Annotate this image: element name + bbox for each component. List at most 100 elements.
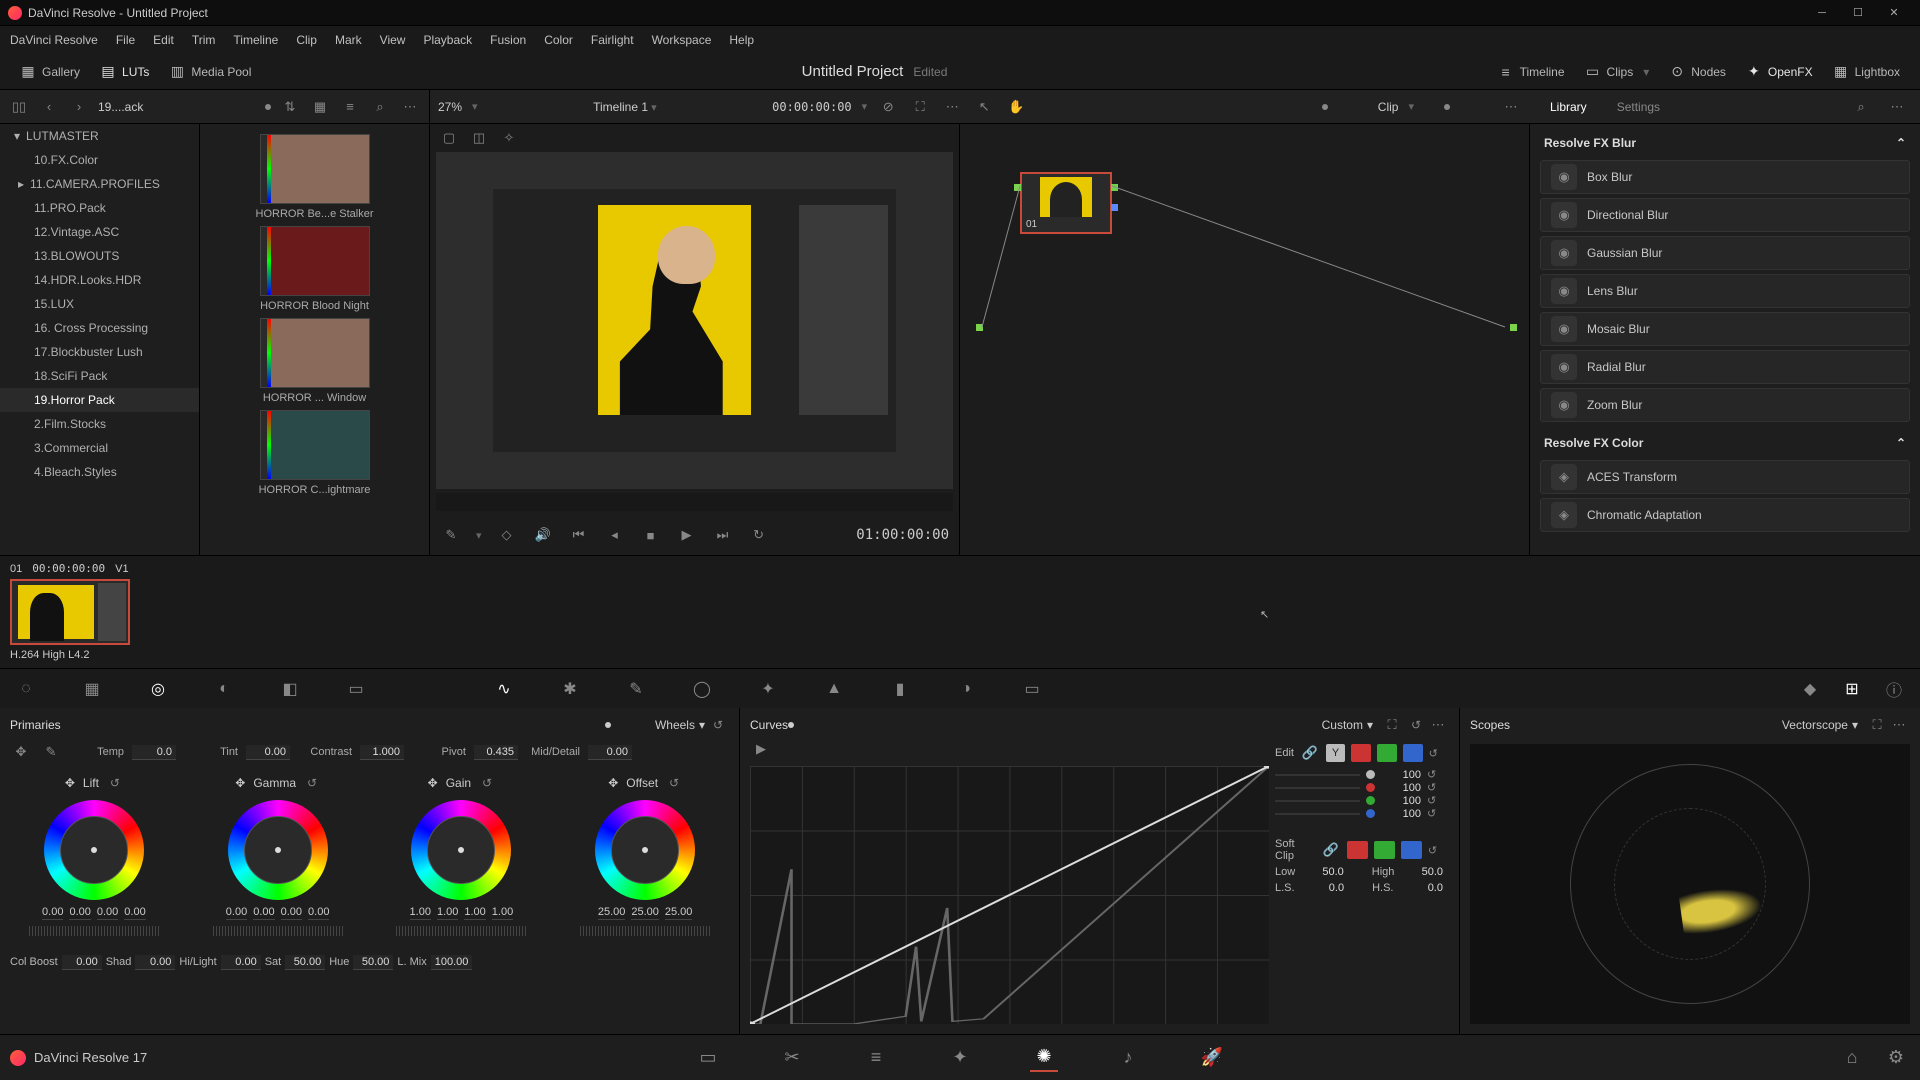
media-page-button[interactable]: ▭ (694, 1044, 722, 1072)
mediapool-button[interactable]: ▥Media Pool (159, 60, 261, 84)
prev-clip-button[interactable]: ⏮ (568, 524, 590, 546)
wheel-value[interactable]: 25.00 (665, 906, 693, 920)
lut-folder-lutmaster[interactable]: ▾ LUTMASTER (0, 124, 199, 148)
menu-fairlight[interactable]: Fairlight (591, 33, 634, 47)
graph-output-handle[interactable] (1510, 324, 1517, 331)
home-button[interactable]: ⌂ (1838, 1044, 1866, 1072)
wheel-adjust-icon[interactable]: ✥ (608, 776, 618, 790)
wheel-reset-icon[interactable]: ↺ (107, 776, 123, 790)
lut-folder-10-fx-color[interactable]: 10.FX.Color (0, 148, 199, 172)
menu-help[interactable]: Help (729, 33, 754, 47)
lut-folder-3-commercial[interactable]: 3.Commercial (0, 436, 199, 460)
clip-selector[interactable]: Clip (1378, 100, 1399, 114)
wheel-value[interactable]: 0.00 (253, 906, 274, 920)
fx-search-button[interactable]: ⌕ (1850, 96, 1872, 118)
channel-reset-icon[interactable]: ↺ (1427, 768, 1443, 781)
menu-file[interactable]: File (116, 33, 135, 47)
pivot-value[interactable]: 0.435 (474, 745, 518, 760)
fx-color-section[interactable]: Resolve FX Color⌃ (1540, 430, 1910, 456)
menu-timeline[interactable]: Timeline (233, 33, 278, 47)
edit-r-chip[interactable] (1351, 744, 1371, 762)
sizing-tool[interactable]: ▭ (1020, 677, 1044, 701)
fx-blur-section[interactable]: Resolve FX Blur⌃ (1540, 130, 1910, 156)
color-warper-tool[interactable]: ✱ (558, 677, 582, 701)
lut-folder-15-lux[interactable]: 15.LUX (0, 292, 199, 316)
channel-value[interactable]: 100 (1381, 782, 1421, 794)
sc-g-chip[interactable] (1374, 841, 1395, 859)
lut-folder-12-vintage-asc[interactable]: 12.Vintage.ASC (0, 220, 199, 244)
deliver-page-button[interactable]: 🚀 (1198, 1044, 1226, 1072)
split-wipe-button[interactable]: ◫ (468, 127, 490, 149)
scopes-mode-selector[interactable]: Vectorscope ▾ (1782, 718, 1858, 732)
wheel-value[interactable]: 1.00 (437, 906, 458, 920)
search-button[interactable]: ⌕ (369, 96, 391, 118)
wheel-value[interactable]: 25.00 (631, 906, 659, 920)
curves-reset-icon[interactable]: ↺ (1411, 718, 1427, 732)
ls-value[interactable]: 0.0 (1304, 882, 1344, 894)
list-view-button[interactable]: ≡ (339, 96, 361, 118)
awb-button[interactable]: ✎ (40, 741, 62, 763)
window-tool[interactable]: ◯ (690, 677, 714, 701)
wheel-value[interactable]: 0.00 (226, 906, 247, 920)
settings-tab[interactable]: Settings (1609, 96, 1668, 118)
edit-b-chip[interactable] (1403, 744, 1423, 762)
grid-view-button[interactable]: ▦ (309, 96, 331, 118)
lut-folder-14-hdr-looks-hdr[interactable]: 14.HDR.Looks.HDR (0, 268, 199, 292)
breadcrumb[interactable]: 19....ack (98, 100, 143, 114)
curves-options-button[interactable]: ⋯ (1427, 714, 1449, 736)
lut-folder-2-film-stocks[interactable]: 2.Film.Stocks (0, 412, 199, 436)
wheel-value[interactable]: 0.00 (308, 906, 329, 920)
options-button[interactable]: ⋯ (399, 96, 421, 118)
node-options-button[interactable]: ⋯ (1500, 96, 1522, 118)
panel-layout-button[interactable]: ▯▯ (8, 96, 30, 118)
lut-folder-16-cross-processing[interactable]: 16. Cross Processing (0, 316, 199, 340)
node-01[interactable]: 01 (1020, 172, 1112, 234)
intensity-slider[interactable] (1275, 774, 1360, 776)
wheel-reset-icon[interactable]: ↺ (479, 776, 495, 790)
sort-button[interactable]: ⇅ (279, 96, 301, 118)
lift-wheel[interactable] (44, 800, 144, 900)
lut-thumbnail[interactable] (260, 134, 370, 204)
softclip-gang-button[interactable]: 🔗 (1320, 839, 1341, 861)
fx-radial-blur[interactable]: ◉Radial Blur (1540, 350, 1910, 384)
fx-gaussian-blur[interactable]: ◉Gaussian Blur (1540, 236, 1910, 270)
viewer-options-button[interactable]: ⋯ (941, 96, 963, 118)
contrast-value[interactable]: 1.000 (360, 745, 404, 760)
sc-b-chip[interactable] (1401, 841, 1422, 859)
wheel-value[interactable]: 1.00 (410, 906, 431, 920)
colboost-value[interactable]: 0.00 (62, 955, 102, 970)
fairlight-page-button[interactable]: ♪ (1114, 1044, 1142, 1072)
cut-page-button[interactable]: ✂ (778, 1044, 806, 1072)
curves-mode-selector[interactable]: Custom ▾ (1322, 718, 1373, 732)
intensity-slider[interactable] (1275, 813, 1360, 815)
graph-input-handle[interactable] (976, 324, 983, 331)
hdr-tool[interactable]: ◐ (212, 677, 236, 701)
gamma-wheel[interactable] (228, 800, 328, 900)
color-page-button[interactable]: ✺ (1030, 1044, 1058, 1072)
primaries-reset-icon[interactable]: ↺ (713, 718, 729, 732)
gamma-jog[interactable] (213, 926, 343, 936)
nav-fwd-button[interactable]: › (68, 96, 90, 118)
curve-histogram-toggle[interactable]: ▶ (750, 738, 772, 760)
lut-folder-11-camera-profiles[interactable]: ▸ 11.CAMERA.PROFILES (0, 172, 199, 196)
next-clip-button[interactable]: ⏭ (712, 524, 734, 546)
offset-jog[interactable] (580, 926, 710, 936)
fx-mosaic-blur[interactable]: ◉Mosaic Blur (1540, 312, 1910, 346)
luts-button[interactable]: ▤LUTs (90, 60, 159, 84)
close-button[interactable]: ✕ (1876, 2, 1912, 24)
play-button[interactable]: ▶ (676, 524, 698, 546)
lift-jog[interactable] (29, 926, 159, 936)
wheel-value[interactable]: 0.00 (69, 906, 90, 920)
blur-tool[interactable]: ▮ (888, 677, 912, 701)
wheel-value[interactable]: 0.00 (97, 906, 118, 920)
lut-folder-4-bleach-styles[interactable]: 4.Bleach.Styles (0, 460, 199, 484)
gallery-button[interactable]: ▦Gallery (10, 60, 90, 84)
intensity-slider[interactable] (1275, 787, 1360, 789)
mute-button[interactable]: 🔊 (532, 524, 554, 546)
curve-editor[interactable] (750, 766, 1269, 1024)
edit-page-button[interactable]: ≡ (862, 1044, 890, 1072)
curves-pager-dot[interactable] (788, 722, 794, 728)
magic-mask-tool[interactable]: ▲ (822, 677, 846, 701)
viewer-timecode[interactable]: 00:00:00:00 (772, 100, 851, 114)
unknown-transport-icon[interactable]: ◇ (496, 524, 518, 546)
